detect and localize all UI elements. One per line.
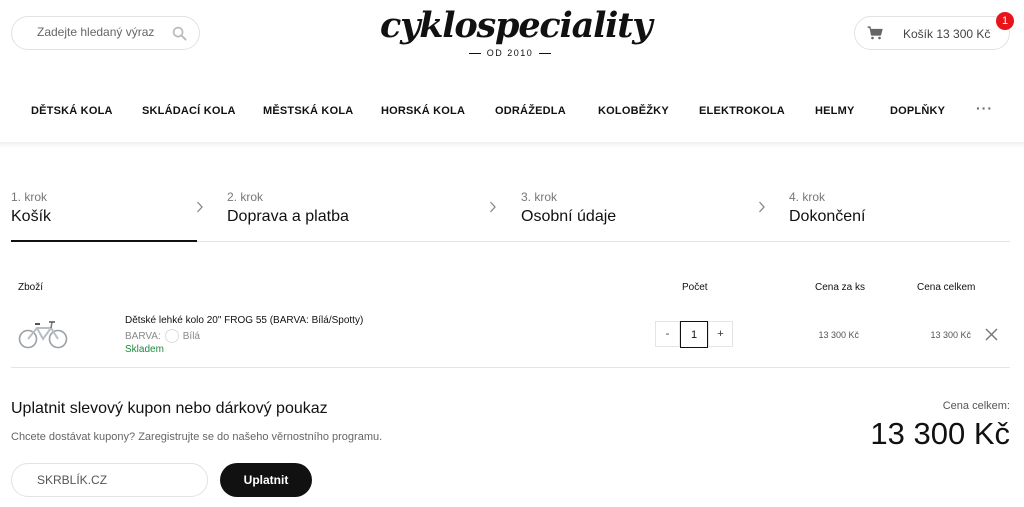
unit-price: 13 300 Kč — [818, 330, 859, 340]
logo-since-row: OD 2010 — [380, 48, 640, 58]
col-header-total-price: Cena celkem — [917, 282, 976, 293]
row-total-price: 13 300 Kč — [930, 330, 971, 340]
stock-status: Skladem — [125, 344, 164, 355]
logo-line-right — [539, 52, 552, 54]
logo[interactable]: cyklospeciality OD 2010 — [380, 5, 653, 62]
active-step-indicator — [11, 240, 197, 242]
nav-item-odrazedla[interactable]: ODRÁŽEDLA — [495, 105, 566, 117]
nav-item-horska-kola[interactable]: HORSKÁ KOLA — [381, 105, 465, 117]
step-title: Dokončení — [789, 208, 866, 225]
cart-icon — [867, 26, 883, 40]
product-name-link[interactable]: Dětské lehké kolo 20" FROG 55 (BARVA: Bí… — [125, 315, 363, 326]
search-box[interactable] — [11, 16, 200, 50]
col-header-product: Zboží — [18, 282, 44, 293]
qty-input[interactable] — [680, 321, 708, 348]
main-nav: DĚTSKÁ KOLA SKLÁDACÍ KOLA MĚSTSKÁ KOLA H… — [0, 96, 1024, 126]
col-header-unit-price: Cena za ks — [815, 282, 866, 293]
nav-item-mestska-kola[interactable]: MĚSTSKÁ KOLA — [263, 105, 353, 117]
step-shipping[interactable]: 2. krok Doprava a platba — [227, 190, 349, 226]
nav-item-detska-kola[interactable]: DĚTSKÁ KOLA — [31, 105, 113, 117]
total-label: Cena celkem: — [942, 400, 1010, 412]
logo-text: cyklospeciality — [380, 5, 653, 46]
nav-item-elektrokola[interactable]: ELEKTROKOLA — [699, 105, 785, 117]
remove-item-icon[interactable] — [985, 328, 998, 341]
total-value: 13 300 Kč — [870, 416, 1010, 451]
logo-line-left — [468, 52, 481, 54]
search-input[interactable] — [37, 25, 162, 39]
step-finish[interactable]: 4. krok Dokončení — [789, 190, 866, 226]
chevron-right-icon — [490, 201, 496, 213]
col-header-qty: Počet — [682, 282, 708, 293]
table-divider — [11, 367, 1010, 368]
nav-item-skladaci-kola[interactable]: SKLÁDACÍ KOLA — [142, 105, 236, 117]
step-title: Doprava a platba — [227, 208, 349, 225]
step-personal[interactable]: 3. krok Osobní údaje — [521, 190, 616, 226]
attribute-value: Bílá — [182, 330, 200, 342]
nav-more-icon[interactable]: ··· — [976, 100, 993, 116]
apply-coupon-button[interactable]: Uplatnit — [220, 463, 312, 497]
step-number: 1. krok — [11, 190, 48, 204]
nav-item-doplnky[interactable]: DOPLŇKY — [890, 105, 945, 117]
attribute-label: BARVA: — [125, 330, 161, 342]
nav-divider — [0, 142, 1024, 148]
nav-item-kolobezky[interactable]: KOLOBĚŽKY — [598, 105, 669, 117]
qty-increase-button[interactable]: + — [708, 321, 733, 347]
logo-since: OD 2010 — [486, 48, 534, 58]
coupon-subtitle: Chcete dostávat kupony? Zaregistrujte se… — [11, 431, 383, 443]
coupon-input[interactable] — [11, 463, 208, 497]
nav-item-helmy[interactable]: HELMY — [815, 105, 855, 117]
step-cart[interactable]: 1. krok Košík — [11, 190, 51, 226]
cart-label: Košík 13 300 Kč — [903, 27, 991, 41]
step-title: Košík — [11, 208, 52, 225]
step-number: 4. krok — [789, 190, 826, 204]
qty-decrease-button[interactable]: - — [655, 321, 680, 347]
color-swatch — [164, 329, 179, 343]
step-number: 2. krok — [227, 190, 264, 204]
chevron-right-icon — [197, 201, 203, 213]
coupon-title: Uplatnit slevový kupon nebo dárkový pouk… — [11, 400, 328, 417]
cart-count-badge: 1 — [996, 12, 1014, 30]
step-number: 3. krok — [521, 190, 558, 204]
product-image[interactable] — [18, 317, 68, 350]
product-attribute: BARVA: Bílá — [125, 329, 200, 343]
cart-button[interactable]: Košík 13 300 Kč — [854, 16, 1010, 50]
step-title: Osobní údaje — [521, 208, 617, 225]
chevron-right-icon — [759, 201, 765, 213]
search-icon[interactable] — [172, 26, 187, 41]
